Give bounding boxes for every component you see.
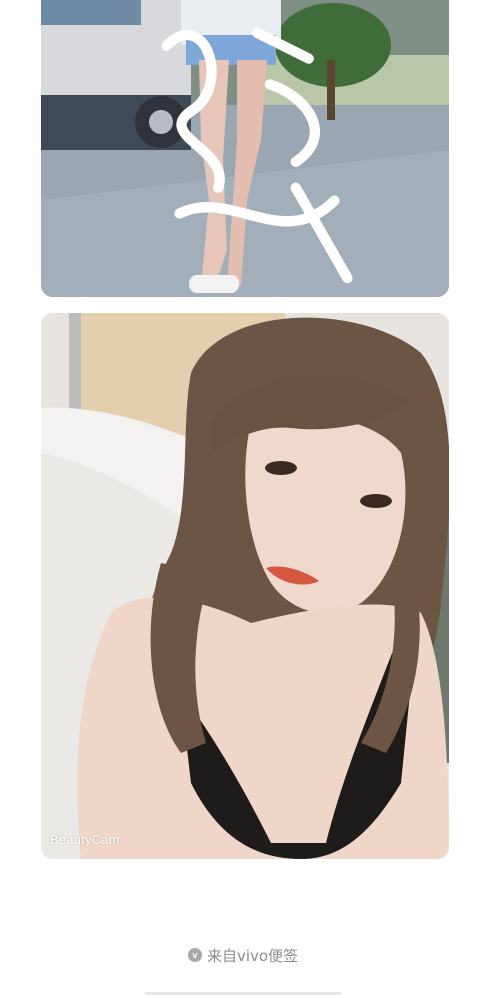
note-source-text: 来自vivo便签 xyxy=(206,946,299,965)
vivo-logo-icon: v xyxy=(187,948,202,962)
signature-watermark-icon xyxy=(161,27,353,284)
home-indicator[interactable] xyxy=(145,992,341,995)
note-source-line: v 来自vivo便签 xyxy=(0,944,486,966)
photo-selfie[interactable]: BeautyCam xyxy=(41,313,449,859)
selfie-photo-image xyxy=(41,313,449,859)
photo-street[interactable] xyxy=(41,0,449,297)
beautycam-watermark: BeautyCam xyxy=(50,832,120,847)
